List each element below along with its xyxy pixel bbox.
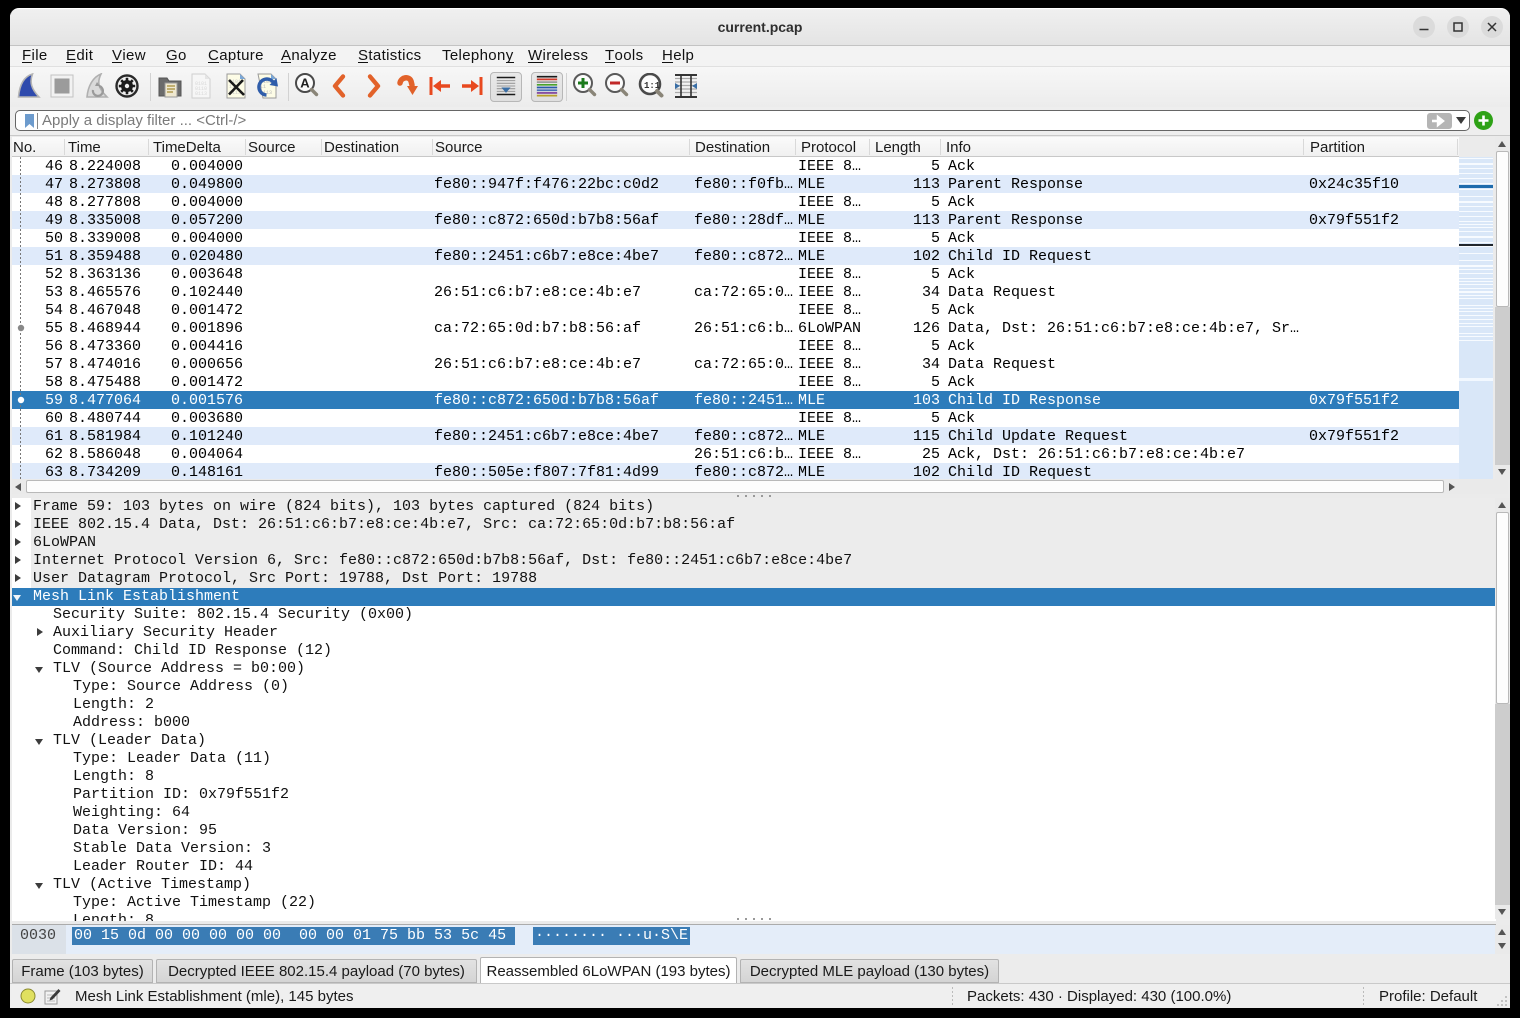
svg-text:A: A — [300, 76, 310, 91]
svg-text:0113: 0113 — [195, 91, 207, 97]
